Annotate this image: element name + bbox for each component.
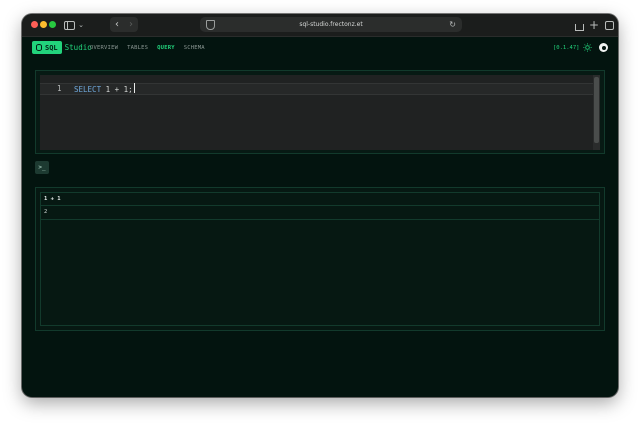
- tab-overview-button[interactable]: [603, 18, 615, 32]
- new-tab-button[interactable]: +: [588, 18, 600, 32]
- sidebar-icon: [64, 20, 76, 30]
- logo-label: SQL: [45, 43, 58, 52]
- code-line[interactable]: SELECT 1 + 1;: [74, 83, 135, 96]
- browser-titlebar: ⌄ ‹ › sql-studio.frectonz.et ↻ +: [22, 14, 618, 37]
- chevron-down-icon: ⌄: [78, 21, 84, 29]
- sidebar-toggle-button[interactable]: ⌄: [62, 18, 86, 32]
- zoom-window-button[interactable]: [49, 21, 56, 28]
- history-nav: ‹ ›: [110, 17, 138, 32]
- version-badge: [0.1.47]: [553, 45, 580, 51]
- forward-button[interactable]: ›: [129, 19, 133, 30]
- url-text: sql-studio.frectonz.et: [299, 21, 363, 28]
- run-query-button[interactable]: >_: [35, 161, 49, 174]
- table-row: 2: [41, 206, 599, 220]
- app-logo[interactable]: SQL Studio: [32, 41, 92, 54]
- table-cell: 2: [44, 209, 48, 215]
- browser-window: ⌄ ‹ › sql-studio.frectonz.et ↻ + SQL Stu…: [22, 14, 618, 397]
- nav-overview[interactable]: OVERVIEW: [90, 45, 118, 51]
- logo-word: Studio: [64, 43, 92, 52]
- close-window-button[interactable]: [31, 21, 38, 28]
- logo-badge: SQL: [32, 41, 62, 54]
- address-bar[interactable]: sql-studio.frectonz.et ↻: [200, 17, 462, 32]
- terminal-icon: >_: [38, 164, 46, 171]
- editor-scroll-thumb[interactable]: [594, 77, 599, 143]
- reload-icon[interactable]: ↻: [449, 17, 456, 32]
- minimize-window-button[interactable]: [40, 21, 47, 28]
- nav-tables[interactable]: TABLES: [127, 45, 148, 51]
- back-button[interactable]: ‹: [115, 19, 119, 30]
- sql-expression: 1 + 1;: [101, 85, 133, 94]
- column-header: 1 + 1: [44, 196, 61, 202]
- theme-toggle-sun-icon[interactable]: [583, 43, 592, 52]
- results-table: 1 + 1 2: [40, 192, 600, 326]
- sql-keyword: SELECT: [74, 85, 102, 94]
- nav-schema[interactable]: SCHEMA: [184, 45, 205, 51]
- line-number: 1: [57, 84, 62, 93]
- tabs-icon: [604, 20, 614, 30]
- text-caret: [133, 83, 135, 93]
- app-header: SQL Studio OVERVIEW TABLES QUERY SCHEMA …: [22, 37, 618, 59]
- share-button[interactable]: [573, 18, 585, 32]
- github-icon[interactable]: [599, 43, 608, 52]
- query-editor-panel: 1 SELECT 1 + 1;: [35, 70, 605, 154]
- results-panel: 1 + 1 2: [35, 187, 605, 331]
- database-icon: [36, 44, 42, 51]
- editor-scrollbar[interactable]: [593, 75, 600, 150]
- share-icon: [574, 23, 584, 31]
- results-header-row: 1 + 1: [41, 193, 599, 206]
- sql-editor[interactable]: 1 SELECT 1 + 1;: [40, 75, 600, 150]
- main-nav: OVERVIEW TABLES QUERY SCHEMA: [90, 37, 214, 59]
- nav-query[interactable]: QUERY: [157, 45, 175, 51]
